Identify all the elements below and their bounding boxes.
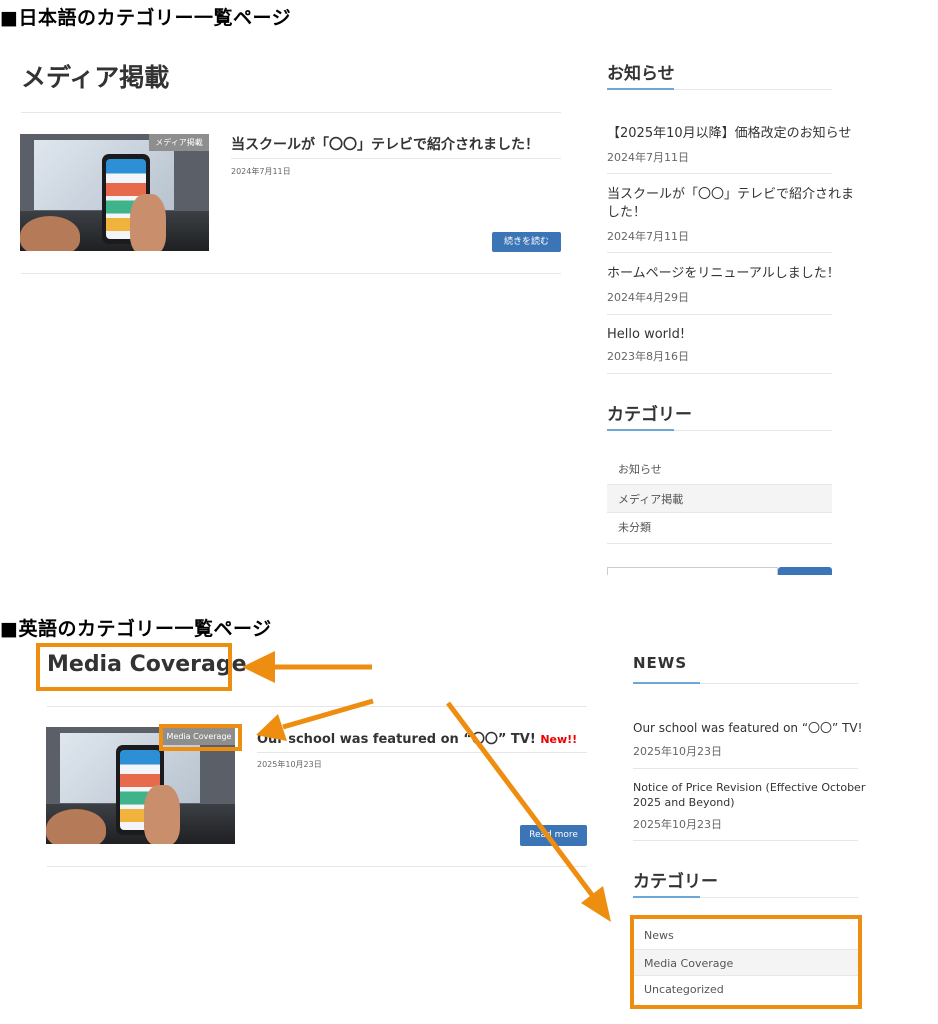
arrow-head-icon (256, 714, 287, 741)
arrow-to-categories (446, 701, 594, 897)
arrow-head-icon (581, 886, 611, 922)
arrow-to-badge (282, 698, 374, 730)
arrow-head-icon (242, 651, 275, 683)
annotation-arrows (242, 651, 611, 922)
